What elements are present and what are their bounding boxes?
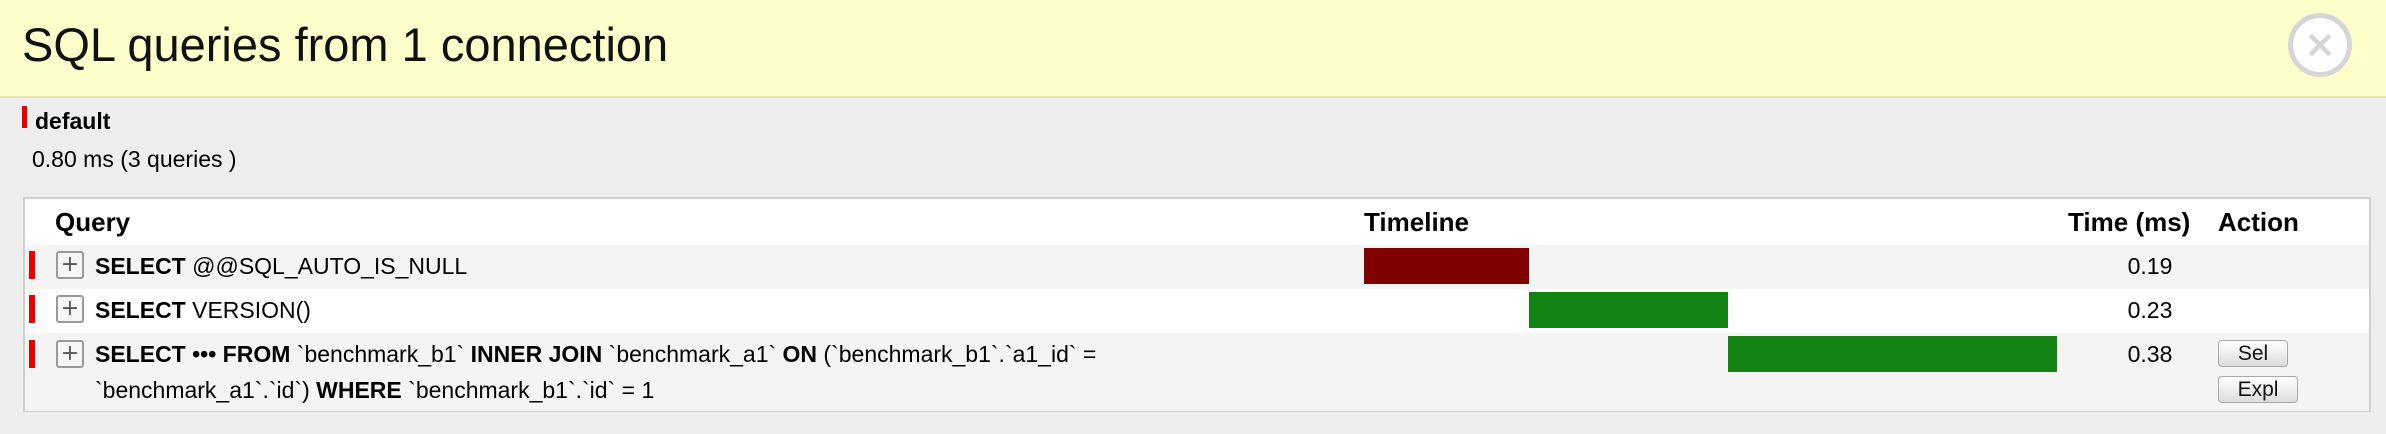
query-time: 0.19 — [2127, 253, 2173, 279]
row-marker — [29, 295, 35, 323]
sql-keyword: INNER JOIN — [470, 341, 603, 367]
header-query: Query — [55, 207, 131, 237]
header-timeline: Timeline — [1364, 207, 1470, 237]
connection-summary: 0.80 ms (3 queries ) — [32, 146, 237, 172]
close-button[interactable]: × — [2288, 13, 2352, 77]
query-sql: SELECT VERSION() — [95, 292, 311, 328]
panel-title: SQL queries from 1 connection — [22, 18, 669, 71]
expand-button[interactable]: + — [56, 340, 84, 368]
timeline-bar — [1364, 248, 1529, 284]
query-sql-continued: `benchmark_a1`.`id`) WHERE `benchmark_b1… — [95, 372, 654, 408]
plus-icon: + — [60, 252, 80, 277]
sql-text: (`benchmark_b1`.`a1_id` = — [817, 341, 1097, 367]
sql-text: `benchmark_a1` — [602, 341, 783, 367]
sql-text: `benchmark_b1`.`id` = 1 — [401, 377, 655, 403]
sql-keyword: SELECT ••• FROM — [95, 341, 291, 367]
header-action: Action — [2218, 207, 2299, 237]
row-marker — [29, 251, 35, 279]
sql-text: VERSION() — [185, 297, 311, 323]
plus-icon: + — [60, 296, 80, 321]
query-time: 0.38 — [2127, 341, 2173, 367]
expand-button[interactable]: + — [56, 251, 84, 279]
query-sql: SELECT @@SQL_AUTO_IS_NULL — [95, 248, 467, 284]
connection-marker — [22, 106, 27, 128]
table-row — [25, 289, 2369, 333]
sql-keyword: ON — [782, 341, 818, 367]
query-sql: SELECT ••• FROM `benchmark_b1` INNER JOI… — [95, 336, 1096, 372]
panel-header: SQL queries from 1 connection × — [0, 0, 2386, 98]
header-time: Time (ms) — [2068, 207, 2191, 237]
row-marker — [29, 340, 35, 368]
select-button[interactable]: Sel — [2218, 340, 2288, 367]
plus-icon: + — [60, 341, 80, 366]
query-time: 0.23 — [2127, 297, 2173, 323]
timeline-bar — [1727, 336, 2057, 372]
sql-text: @@SQL_AUTO_IS_NULL — [185, 253, 468, 279]
timeline-bar — [1528, 292, 1728, 328]
sql-text: `benchmark_a1`.`id`) — [95, 377, 317, 403]
close-icon: × — [2304, 22, 2336, 66]
expand-button[interactable]: + — [56, 295, 84, 323]
connection-name: default — [35, 108, 111, 134]
explain-button[interactable]: Expl — [2218, 376, 2298, 403]
sql-keyword: WHERE — [316, 377, 402, 403]
sql-keyword: SELECT — [95, 297, 186, 323]
sql-text: `benchmark_b1` — [290, 341, 471, 367]
sql-keyword: SELECT — [95, 253, 186, 279]
